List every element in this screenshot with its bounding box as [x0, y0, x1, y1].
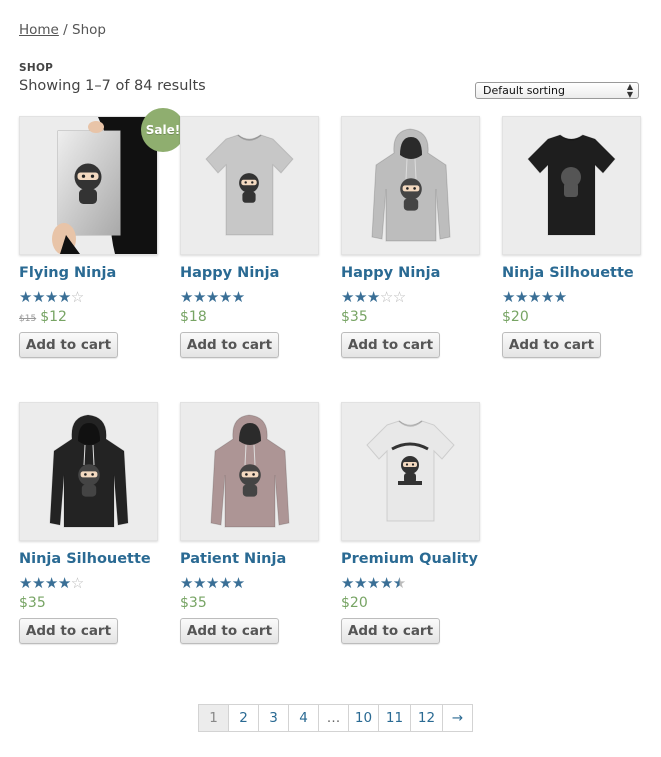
star-rating: ★★★★★ — [180, 574, 245, 592]
page-link: 1 — [199, 705, 229, 731]
old-price: $15 — [19, 314, 37, 324]
page-title: SHOP — [19, 62, 54, 74]
product-price: $35 — [341, 309, 368, 325]
star-rating: ★★★★★ — [180, 288, 245, 306]
add-to-cart-button[interactable]: Add to cart — [19, 332, 118, 358]
page-link[interactable]: 12 — [411, 705, 443, 731]
current-price: $35 — [180, 595, 207, 611]
result-count: Showing 1–7 of 84 results — [19, 78, 206, 94]
product-image[interactable] — [180, 402, 319, 541]
product-price: $35 — [19, 595, 46, 611]
breadcrumb-separator: / — [63, 22, 68, 38]
product-image[interactable] — [19, 402, 158, 541]
current-price: $35 — [341, 309, 368, 325]
product-name-link[interactable]: Patient Ninja — [180, 551, 286, 567]
next-page-arrow-icon[interactable]: → — [443, 705, 472, 731]
pagination-ellipsis: … — [319, 705, 349, 731]
product-price: $15 $12 — [19, 309, 67, 325]
current-price: $20 — [502, 309, 529, 325]
star-rating: ★★★★☆ — [19, 288, 84, 306]
breadcrumb-current: Shop — [72, 22, 106, 38]
breadcrumb: Home / Shop — [19, 22, 106, 38]
product-name-link[interactable]: Ninja Silhouette — [502, 265, 634, 281]
page-link[interactable]: 11 — [379, 705, 411, 731]
pagination: 1 2 3 4… 10 11 12 → — [198, 704, 473, 732]
product-card: Sale! Flying Ninja ★★★★☆ $15 $12 Add to cart — [19, 108, 185, 358]
product-price: $35 — [180, 595, 207, 611]
product-image[interactable] — [180, 116, 319, 255]
product-card: Ninja Silhouette ★★★★☆ $35 Add to cart — [19, 402, 158, 644]
page-link[interactable]: 4 — [289, 705, 319, 731]
current-price: $12 — [40, 309, 67, 325]
product-card: Happy Ninja ★★★☆☆ $35 Add to cart — [341, 116, 480, 358]
add-to-cart-button[interactable]: Add to cart — [180, 618, 279, 644]
product-card: Premium Quality ★★★★★ $20 Add to cart — [341, 402, 480, 644]
sale-badge: Sale! — [141, 108, 185, 152]
product-card: Patient Ninja ★★★★★ $35 Add to cart — [180, 402, 319, 644]
sorting-select[interactable]: Default sorting ▲ ▼ — [475, 82, 639, 99]
page-link[interactable]: 2 — [229, 705, 259, 731]
product-image[interactable] — [341, 116, 480, 255]
add-to-cart-button[interactable]: Add to cart — [341, 618, 440, 644]
product-image[interactable] — [341, 402, 480, 541]
star-rating: ★★★★★ — [341, 574, 406, 592]
product-name-link[interactable]: Happy Ninja — [341, 265, 440, 281]
page-link[interactable]: 10 — [349, 705, 379, 731]
current-price: $20 — [341, 595, 368, 611]
product-image[interactable] — [19, 116, 158, 255]
add-to-cart-button[interactable]: Add to cart — [19, 618, 118, 644]
page-link[interactable]: 3 — [259, 705, 289, 731]
star-rating: ★★★☆☆ — [341, 288, 406, 306]
product-name-link[interactable]: Premium Quality — [341, 551, 478, 567]
product-name-link[interactable]: Ninja Silhouette — [19, 551, 151, 567]
product-card: Happy Ninja ★★★★★ $18 Add to cart — [180, 116, 319, 358]
star-rating: ★★★★☆ — [19, 574, 84, 592]
add-to-cart-button[interactable]: Add to cart — [502, 332, 601, 358]
product-price: $20 — [341, 595, 368, 611]
product-image[interactable] — [502, 116, 641, 255]
product-price: $18 — [180, 309, 207, 325]
product-name-link[interactable]: Flying Ninja — [19, 265, 116, 281]
current-price: $18 — [180, 309, 207, 325]
product-name-link[interactable]: Happy Ninja — [180, 265, 279, 281]
breadcrumb-home-link[interactable]: Home — [19, 22, 59, 38]
select-arrows-icon: ▲ ▼ — [626, 82, 633, 99]
star-rating: ★★★★★ — [502, 288, 567, 306]
current-price: $35 — [19, 595, 46, 611]
add-to-cart-button[interactable]: Add to cart — [180, 332, 279, 358]
product-price: $20 — [502, 309, 529, 325]
add-to-cart-button[interactable]: Add to cart — [341, 332, 440, 358]
sorting-selected-value: Default sorting — [483, 84, 565, 97]
product-card: Ninja Silhouette ★★★★★ $20 Add to cart — [502, 116, 641, 358]
